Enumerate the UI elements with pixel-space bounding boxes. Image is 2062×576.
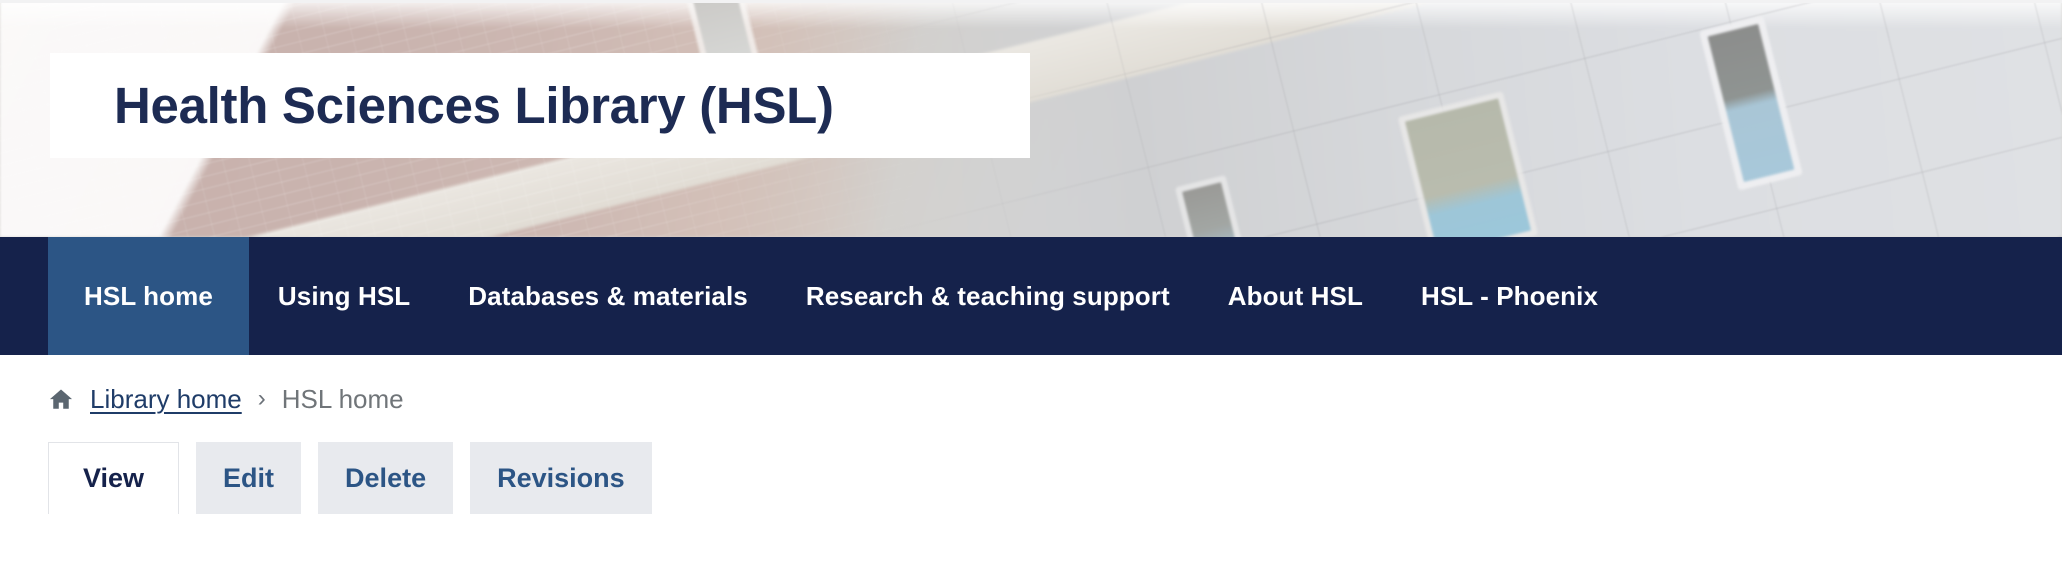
breadcrumb: Library home › HSL home xyxy=(0,355,2062,414)
breadcrumb-current-page: HSL home xyxy=(281,383,404,414)
nav-item-hsl-phoenix[interactable]: HSL - Phoenix xyxy=(1392,237,1627,355)
nav-item-research-teaching-support[interactable]: Research & teaching support xyxy=(777,237,1199,355)
nav-item-hsl-home[interactable]: HSL home xyxy=(48,237,249,355)
page-title: Health Sciences Library (HSL) xyxy=(114,77,834,134)
nav-item-about-hsl[interactable]: About HSL xyxy=(1199,237,1392,355)
home-icon[interactable] xyxy=(48,386,74,412)
task-tabs: View Edit Delete Revisions xyxy=(0,434,2062,514)
tab-revisions[interactable]: Revisions xyxy=(470,442,652,514)
tab-view[interactable]: View xyxy=(48,442,180,514)
hero-top-divider xyxy=(0,0,2062,3)
nav-item-using-hsl[interactable]: Using HSL xyxy=(249,237,439,355)
site-title-box: Health Sciences Library (HSL) xyxy=(50,53,1030,158)
nav-item-databases-materials[interactable]: Databases & materials xyxy=(439,237,777,355)
hero-banner: Health Sciences Library (HSL) xyxy=(0,0,2062,237)
main-navigation: HSL home Using HSL Databases & materials… xyxy=(0,237,2062,355)
tab-edit[interactable]: Edit xyxy=(196,442,302,514)
breadcrumb-link-library-home[interactable]: Library home xyxy=(90,384,242,415)
page-root: Health Sciences Library (HSL) HSL home U… xyxy=(0,0,2062,576)
breadcrumb-separator-icon: › xyxy=(257,385,266,412)
tab-delete[interactable]: Delete xyxy=(318,442,454,514)
